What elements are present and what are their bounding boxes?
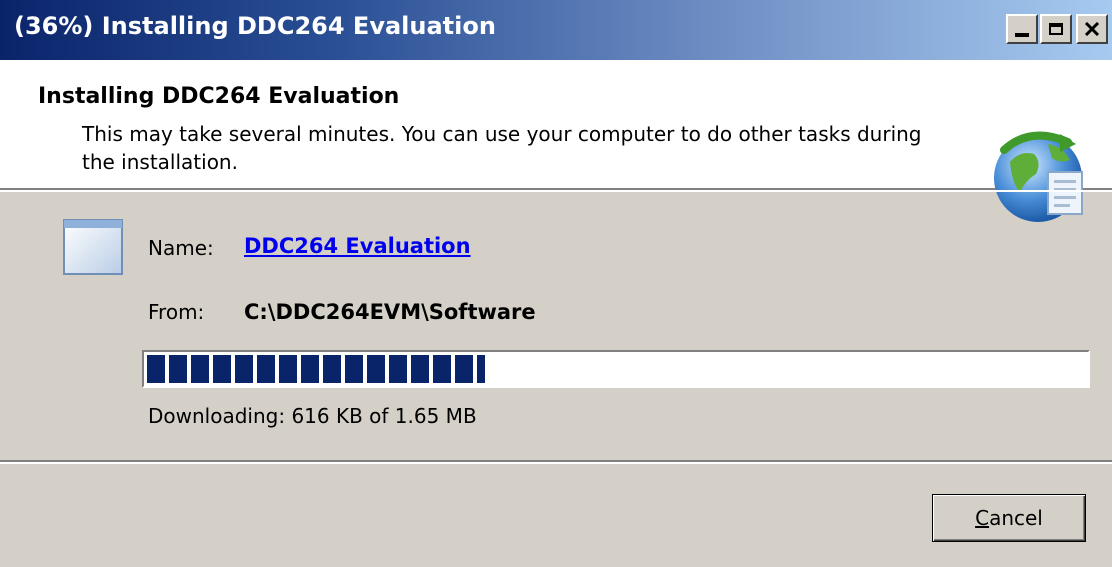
minimize-button[interactable]: [1006, 14, 1038, 44]
application-name-link[interactable]: DDC264 Evaluation: [244, 234, 471, 258]
progress-bar: [142, 350, 1090, 388]
header-panel: Installing DDC264 Evaluation This may ta…: [0, 60, 1112, 222]
application-window-icon: [63, 219, 123, 275]
installer-window: (36%) Installing DDC264 Evaluation Insta…: [0, 0, 1112, 567]
header-description: This may take several minutes. You can u…: [82, 122, 922, 174]
name-label: Name:: [148, 236, 214, 260]
maximize-button[interactable]: [1040, 14, 1072, 44]
footer-divider: [0, 460, 1112, 464]
download-status: Downloading: 616 KB of 1.65 MB: [148, 404, 477, 428]
source-path: C:\DDC264EVM\Software: [244, 300, 536, 324]
close-button[interactable]: [1076, 14, 1108, 44]
title-bar[interactable]: (36%) Installing DDC264 Evaluation: [0, 0, 1112, 60]
from-label: From:: [148, 300, 205, 324]
cancel-button[interactable]: Cancel: [932, 494, 1086, 542]
window-title: (36%) Installing DDC264 Evaluation: [14, 12, 496, 40]
globe-install-icon: [994, 131, 1083, 222]
minimize-icon: [1015, 33, 1029, 37]
header-title: Installing DDC264 Evaluation: [38, 84, 400, 109]
progress-bar-fill: [147, 355, 485, 383]
cancel-mnemonic: C: [975, 506, 990, 530]
maximize-icon: [1049, 23, 1063, 35]
cancel-label: ancel: [989, 506, 1043, 530]
close-icon: [1084, 22, 1100, 36]
